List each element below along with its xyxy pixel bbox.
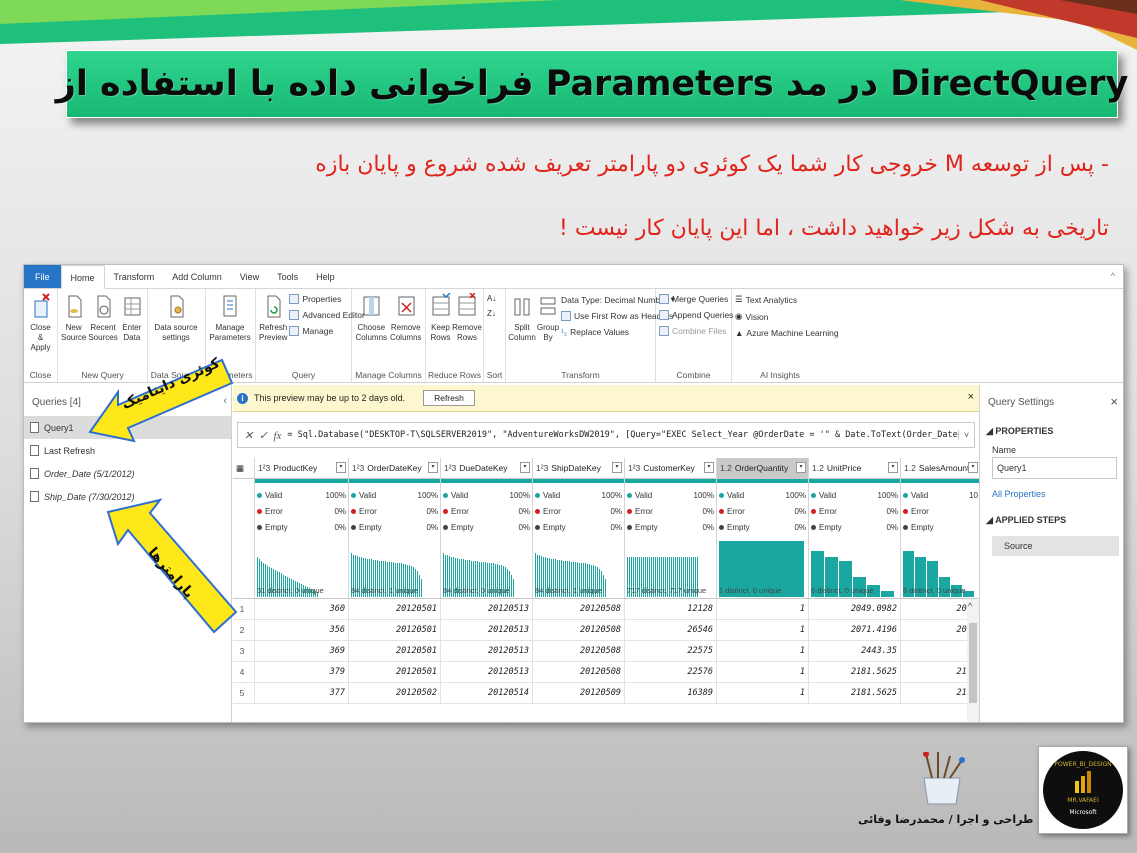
callouts bbox=[88, 358, 238, 634]
logo-emblem: POWER_BI_DESIGN MR.VAFAEI Microsoft bbox=[1043, 751, 1123, 829]
logo-text-top: POWER_BI_DESIGN bbox=[1054, 761, 1112, 768]
paint-brushes-icon bbox=[923, 752, 965, 805]
logo-text-mid: MR.VAFAEI bbox=[1067, 797, 1099, 804]
logo-text-bottom: Microsoft bbox=[1069, 809, 1097, 816]
power-bi-icon bbox=[1075, 771, 1091, 793]
designer-credit: طراحی و اجرا / محمدرضا وفائی bbox=[858, 813, 1034, 826]
power-bi-design-logo: POWER_BI_DESIGN MR.VAFAEI Microsoft bbox=[1038, 746, 1128, 834]
